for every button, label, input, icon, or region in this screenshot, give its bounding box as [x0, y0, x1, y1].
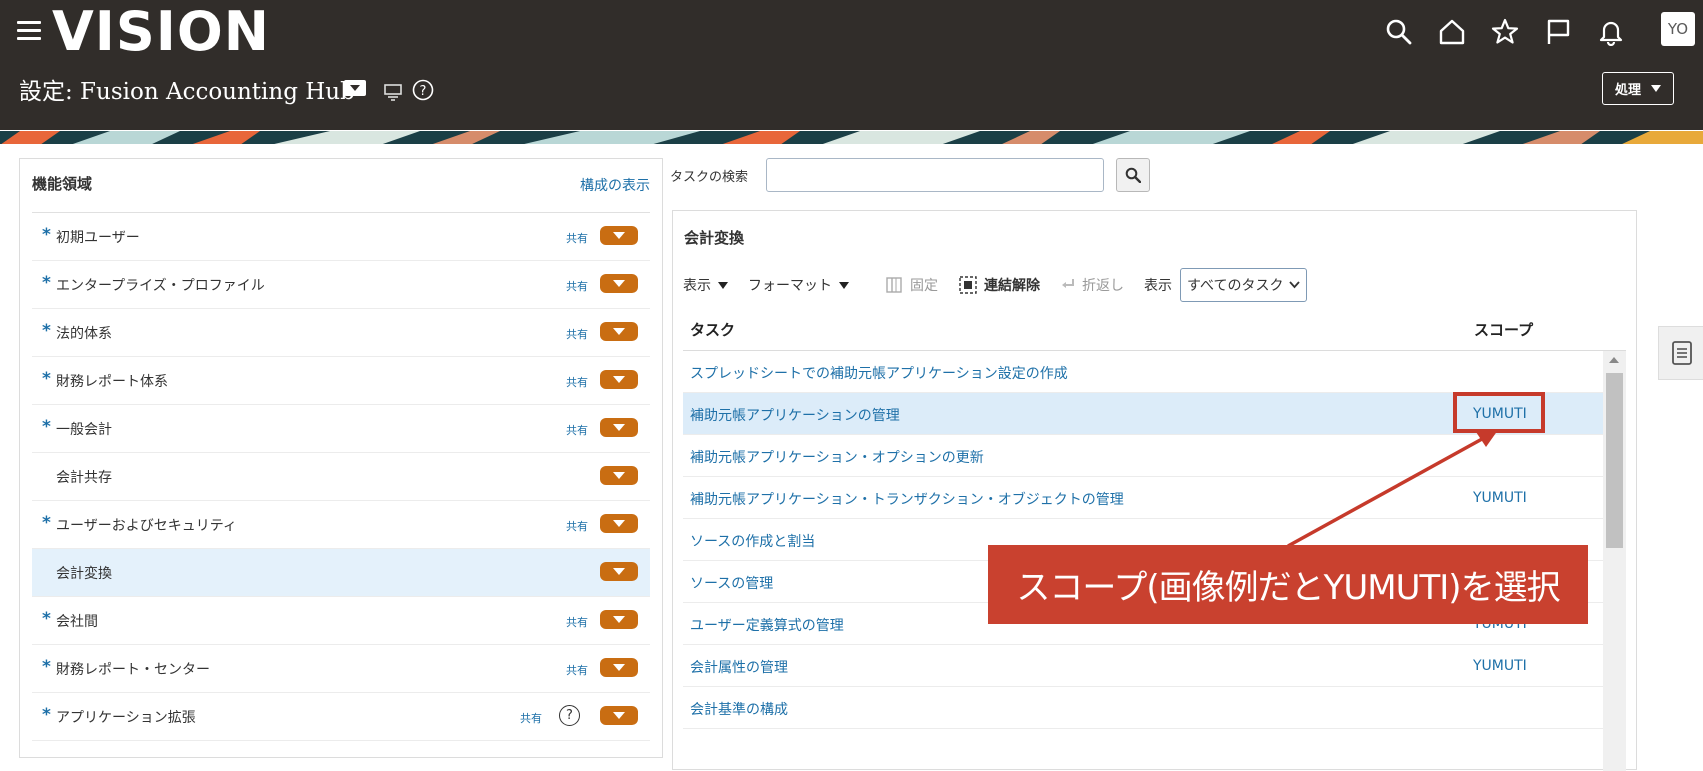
annotation-highlight-box — [1453, 392, 1545, 433]
annotation-arrow — [1287, 430, 1498, 548]
annotation-callout: スコープ(画像例だとYUMUTI)を選択 — [988, 545, 1588, 624]
